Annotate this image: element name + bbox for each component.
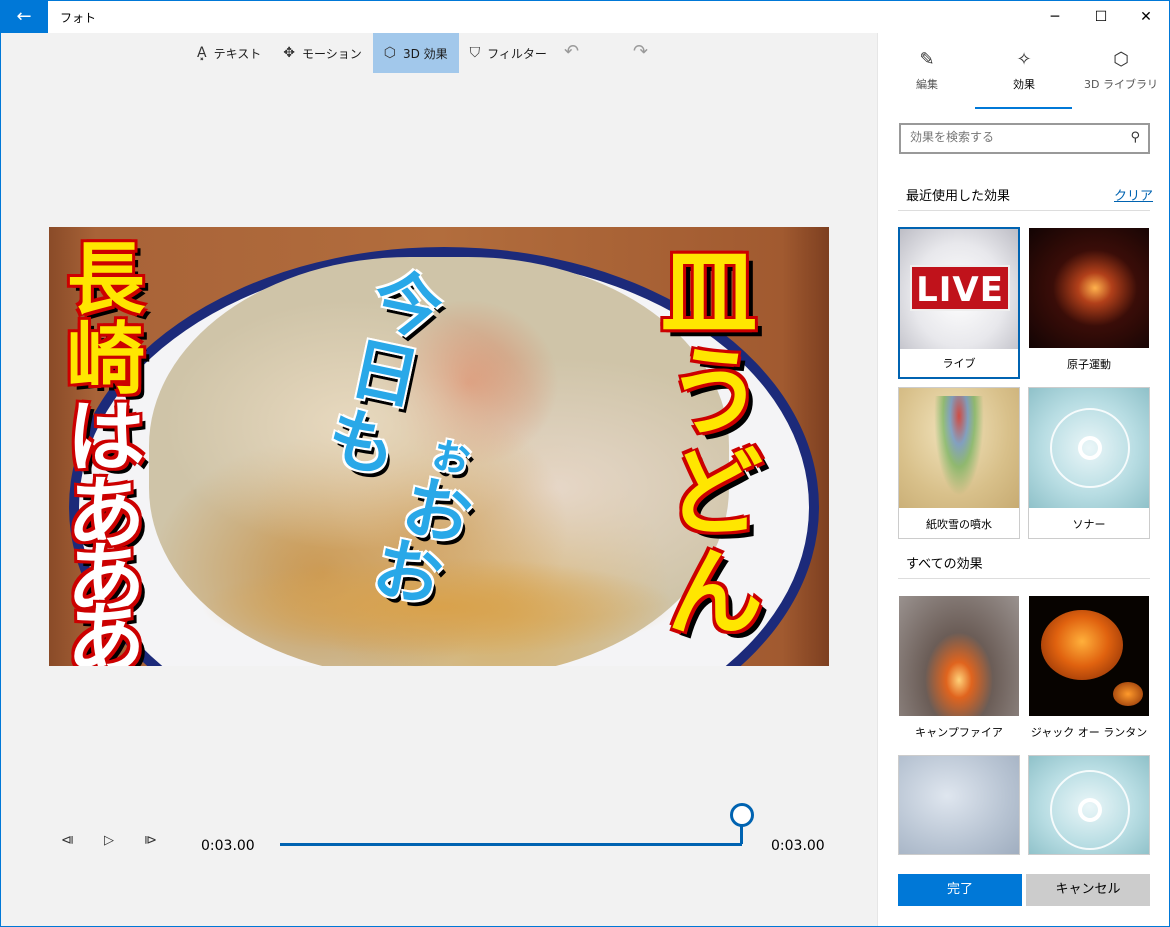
effect-card-live[interactable]: LIVE ライブ bbox=[898, 227, 1020, 379]
maximize-icon: ☐ bbox=[1094, 8, 1108, 25]
undo-button[interactable]: ↶ bbox=[564, 41, 579, 62]
maximize-button[interactable]: ☐ bbox=[1078, 0, 1124, 33]
tab-edit-label: 編集 bbox=[916, 78, 938, 91]
3d-effects-tool-label: 3D 効果 bbox=[402, 46, 448, 61]
confetti-fountain-thumbnail bbox=[899, 388, 1019, 508]
tab-edit[interactable]: ✎ 編集 bbox=[878, 33, 976, 111]
overlay-char: も bbox=[320, 397, 404, 490]
timeline-track[interactable] bbox=[280, 843, 742, 846]
effect-card-confetti-fountain[interactable]: 紙吹雪の噴水 bbox=[898, 387, 1020, 539]
pencil-icon: ✎ bbox=[919, 49, 935, 70]
effect-card-campfire[interactable]: キャンプファイア bbox=[898, 595, 1020, 747]
filter-tool-button[interactable]: ⛉ フィルター bbox=[459, 33, 558, 73]
effect-card-jack-o-lantern[interactable]: ジャック オー ランタン bbox=[1028, 595, 1150, 747]
cube-icon: ⬡ bbox=[1113, 49, 1129, 70]
overlay-char: お bbox=[366, 528, 450, 620]
tab-effects[interactable]: ✧ 効果 bbox=[975, 33, 1073, 111]
effects-panel: ✎ 編集 ✧ 効果 ⬡ 3D ライブラリ ⚲ 最近使用した効果 クリア LIVE… bbox=[877, 33, 1169, 926]
live-logo: LIVE bbox=[910, 265, 1010, 311]
effect-card-bubbles[interactable] bbox=[898, 755, 1020, 855]
back-button[interactable]: ← bbox=[0, 0, 48, 33]
undo-icon: ↶ bbox=[564, 41, 580, 62]
overlay-char: 長 bbox=[67, 235, 146, 325]
app-title: フォト bbox=[60, 11, 97, 25]
effect-card-label: ソナー bbox=[1072, 518, 1106, 531]
text-icon: A͓ bbox=[197, 45, 207, 61]
back-arrow-icon: ← bbox=[16, 6, 32, 27]
3d-effects-icon: ⬡ bbox=[383, 45, 396, 61]
clear-recent-link[interactable]: クリア bbox=[1114, 185, 1153, 204]
motion-tool-label: モーション bbox=[301, 46, 362, 61]
atom-motion-thumbnail bbox=[1029, 228, 1149, 348]
tab-3d-library-label: 3D ライブラリ bbox=[1084, 78, 1158, 91]
overlay-char: 崎 bbox=[67, 315, 146, 405]
effect-card-label: 原子運動 bbox=[1067, 358, 1111, 371]
confetti-image bbox=[934, 396, 984, 496]
3d-effects-tool-button[interactable]: ⬡ 3D 効果 bbox=[372, 33, 459, 73]
editor-toolbar: A͓ テキスト ✥ モーション ⬡ 3D 効果 ⛉ フィルター bbox=[186, 33, 558, 73]
play-button[interactable]: ▷ bbox=[104, 833, 114, 848]
all-effects-heading: すべての効果 bbox=[906, 557, 983, 572]
redo-button[interactable]: ↷ bbox=[633, 41, 648, 62]
sparkle-icon: ✧ bbox=[1016, 49, 1032, 70]
effect-card-label: ジャック オー ランタン bbox=[1030, 726, 1148, 739]
campfire-thumbnail bbox=[899, 596, 1019, 716]
panel-tabs: ✎ 編集 ✧ 効果 ⬡ 3D ライブラリ bbox=[878, 33, 1170, 111]
cancel-button[interactable]: キャンセル bbox=[1026, 874, 1150, 906]
jack-o-lantern-thumbnail bbox=[1029, 596, 1149, 716]
motion-tool-button[interactable]: ✥ モーション bbox=[272, 33, 373, 73]
effects-search-box[interactable]: ⚲ bbox=[899, 123, 1150, 154]
timeline-thumb-stem bbox=[740, 826, 743, 844]
title-bar: ← フォト ─ ☐ ✕ bbox=[0, 0, 1170, 33]
sonar-center-image bbox=[1078, 436, 1102, 460]
effect-card-sonar-2[interactable] bbox=[1028, 755, 1150, 855]
text-tool-button[interactable]: A͓ テキスト bbox=[186, 33, 272, 73]
sonar-thumbnail bbox=[1029, 388, 1149, 508]
overlay-char: は bbox=[67, 393, 146, 483]
section-divider bbox=[898, 578, 1150, 579]
minimize-icon: ─ bbox=[1050, 8, 1060, 25]
search-input[interactable] bbox=[910, 130, 1120, 144]
filter-tool-label: フィルター bbox=[487, 46, 547, 61]
filter-icon: ⛉ bbox=[469, 45, 481, 61]
overlay-char: ど bbox=[667, 437, 763, 549]
timeline-thumb[interactable] bbox=[730, 803, 754, 827]
bubbles-thumbnail bbox=[899, 756, 1019, 854]
playback-controls: ⧏ ▷ ⧐ bbox=[61, 833, 157, 848]
done-button[interactable]: 完了 bbox=[898, 874, 1022, 906]
close-button[interactable]: ✕ bbox=[1123, 0, 1169, 33]
active-tab-indicator bbox=[975, 107, 1072, 109]
pumpkin-image bbox=[1041, 610, 1123, 680]
current-time: 0:03.00 bbox=[201, 838, 255, 854]
minimize-button[interactable]: ─ bbox=[1032, 0, 1078, 33]
tab-effects-label: 効果 bbox=[1013, 78, 1035, 91]
effect-card-atom-motion[interactable]: 原子運動 bbox=[1028, 227, 1150, 379]
video-preview[interactable]: 長 崎 は あ あ あ 皿 う ど ん 今 日 も ぉ お お bbox=[49, 227, 829, 666]
close-icon: ✕ bbox=[1140, 8, 1152, 25]
text-tool-label: テキスト bbox=[213, 46, 262, 61]
live-effect-thumbnail: LIVE bbox=[900, 229, 1018, 349]
previous-frame-button[interactable]: ⧏ bbox=[61, 833, 74, 848]
overlay-char: あ bbox=[67, 595, 146, 666]
total-time: 0:03.00 bbox=[771, 838, 825, 854]
search-icon[interactable]: ⚲ bbox=[1130, 130, 1140, 145]
recent-effects-heading: 最近使用した効果 bbox=[906, 189, 1011, 204]
redo-icon: ↷ bbox=[633, 41, 649, 62]
effect-card-label: キャンプファイア bbox=[915, 726, 1003, 739]
overlay-char: ん bbox=[667, 537, 763, 649]
editor-workspace: A͓ テキスト ✥ モーション ⬡ 3D 効果 ⛉ フィルター ↶ ↷ 長 崎 … bbox=[1, 33, 877, 926]
sonar-center-image bbox=[1078, 798, 1102, 822]
small-pumpkin-image bbox=[1113, 682, 1143, 706]
section-divider bbox=[898, 210, 1150, 211]
sonar-thumbnail bbox=[1029, 756, 1149, 854]
tab-3d-library[interactable]: ⬡ 3D ライブラリ bbox=[1072, 33, 1170, 111]
effect-card-label: 紙吹雪の噴水 bbox=[926, 518, 992, 531]
overlay-char: う bbox=[667, 337, 763, 449]
effect-card-sonar[interactable]: ソナー bbox=[1028, 387, 1150, 539]
overlay-char: 皿 bbox=[661, 237, 757, 349]
motion-icon: ✥ bbox=[283, 45, 295, 61]
next-frame-button[interactable]: ⧐ bbox=[144, 833, 157, 848]
effect-card-label: ライブ bbox=[942, 357, 976, 370]
